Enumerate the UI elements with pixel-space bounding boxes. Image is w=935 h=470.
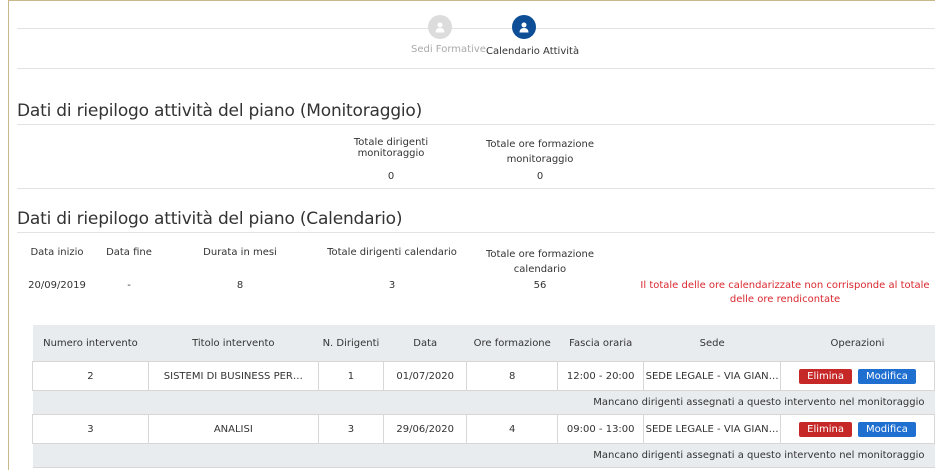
cell-operazioni: Elimina Modifica [779,414,935,444]
value-totale-dirigenti-calendario: 3 [388,280,396,291]
edit-button[interactable]: Modifica [858,421,916,437]
cell-data: 29/06/2020 [383,414,468,444]
value-totale-ore-monitoraggio: 0 [536,171,544,182]
delete-button[interactable]: Elimina [799,368,853,384]
cell-sede: SEDE LEGALE - VIA GIAN… [643,361,781,391]
label-totale-ore-monitoraggio: Totale ore formazione monitoraggio [485,139,595,165]
cell-numero: 2 [32,361,149,391]
label-data-inizio: Data inizio [30,247,84,258]
stepper-line [17,28,935,29]
divider [17,68,935,69]
user-icon [519,22,529,33]
col-operazioni: Operazioni [780,325,935,362]
divider [17,188,935,189]
label-totale-dirigenti-calendario: Totale dirigenti calendario [327,247,457,258]
col-fascia-oraria: Fascia oraria [557,325,644,362]
cell-ore: 4 [466,414,559,444]
label-data-fine: Data fine [106,247,152,258]
table-note-row: Mancano dirigenti assegnati a questo int… [32,390,935,415]
value-data-inizio: 20/09/2019 [28,280,86,291]
value-durata-mesi: 8 [236,280,244,291]
label-durata-mesi: Durata in mesi [203,247,277,258]
cell-dirigenti: 1 [317,361,385,391]
table-header-row: Numero intervento Titolo intervento N. D… [32,325,935,362]
row-warning-note: Mancano dirigenti assegnati a questo int… [32,443,935,468]
cell-titolo: ANALISI [147,414,319,444]
cell-sede: SEDE LEGALE - VIA GIAN… [643,414,781,444]
cell-ore: 8 [466,361,559,391]
interventi-table: Numero intervento Titolo intervento N. D… [32,325,935,468]
label-totale-ore-calendario: Totale ore formazione calendario [485,249,595,275]
table-note-row: Mancano dirigenti assegnati a questo int… [32,443,935,468]
col-n-dirigenti: N. Dirigenti [318,325,384,362]
col-data: Data [383,325,467,362]
row-warning-note: Mancano dirigenti assegnati a questo int… [32,390,935,415]
user-icon [435,22,445,33]
delete-button[interactable]: Elimina [799,421,853,437]
cell-numero: 3 [32,414,149,444]
cell-dirigenti: 3 [317,414,385,444]
cell-titolo: SISTEMI DI BUSINESS PER… [147,361,319,391]
value-totale-ore-calendario: 56 [533,280,547,291]
col-ore-formazione: Ore formazione [466,325,558,362]
cell-fascia: 09:00 - 13:00 [557,414,645,444]
value-totale-dirigenti-monitoraggio: 0 [387,171,395,182]
cell-operazioni: Elimina Modifica [779,361,935,391]
col-sede: Sede [643,325,781,362]
label-totale-dirigenti-monitoraggio: Totale dirigenti monitoraggio [353,137,429,159]
value-data-fine: - [127,280,131,291]
error-message: Il totale delle ore calendarizzate non c… [640,280,930,305]
step-sedi-formative[interactable] [428,15,452,39]
table-row: 3 ANALISI 3 29/06/2020 4 09:00 - 13:00 S… [32,414,935,444]
cell-data: 01/07/2020 [383,361,468,391]
divider [17,232,935,233]
step-label-calendario: Calendario Attività [486,46,580,57]
edit-button[interactable]: Modifica [858,368,916,384]
step-calendario-attivita[interactable] [512,15,536,39]
step-label-sedi: Sedi Formative [411,44,486,55]
section-title-monitoraggio: Dati di riepilogo attività del piano (Mo… [17,101,423,121]
col-numero-intervento: Numero intervento [32,325,149,362]
table-row: 2 SISTEMI DI BUSINESS PER… 1 01/07/2020 … [32,361,935,391]
divider [17,124,935,125]
cell-fascia: 12:00 - 20:00 [557,361,645,391]
col-titolo-intervento: Titolo intervento [148,325,319,362]
section-title-calendario: Dati di riepilogo attività del piano (Ca… [17,209,403,229]
